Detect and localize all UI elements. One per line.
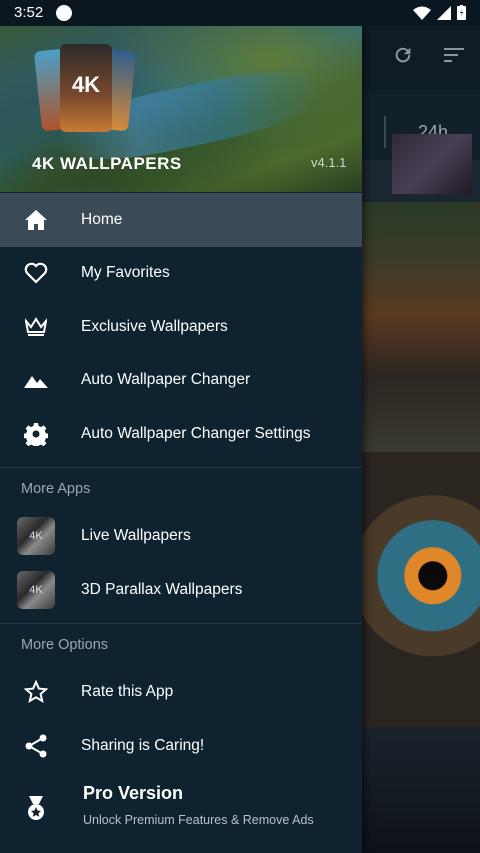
menu-item-exclusive[interactable]: Exclusive Wallpapers (0, 300, 362, 354)
menu-item-label: Auto Wallpaper Changer (81, 371, 251, 389)
menu-item-home[interactable]: Home (0, 193, 362, 247)
wallpaper-thumbnail[interactable] (362, 202, 480, 452)
menu-item-label: Exclusive Wallpapers (81, 317, 228, 335)
menu-item-auto-changer-settings[interactable]: Auto Wallpaper Changer Settings (0, 407, 362, 461)
wallpaper-thumbnail[interactable] (362, 727, 480, 853)
menu-item-label: Home (81, 210, 123, 228)
landscape-icon (24, 368, 48, 392)
status-bar: 3:52 (0, 0, 480, 26)
menu-item-label: My Favorites (81, 264, 170, 282)
section-header-more-options: More Options (0, 624, 362, 666)
pro-subtitle: Unlock Premium Features & Remove Ads (83, 812, 314, 827)
section-header-more-apps: More Apps (0, 468, 362, 510)
filter-separator (384, 116, 386, 148)
heart-icon (24, 261, 48, 285)
menu-item-rate-app[interactable]: Rate this App (0, 666, 362, 720)
menu-item-live-wallpapers[interactable]: 4K Live Wallpapers (0, 510, 362, 564)
menu-item-label: Live Wallpapers (81, 527, 191, 545)
signal-icon (437, 5, 451, 20)
home-icon (24, 208, 48, 232)
navigation-drawer: 4K 4K WALLPAPERS v4.1.1 Home My Favorite… (0, 26, 362, 853)
status-time: 3:52 (14, 4, 44, 21)
crown-icon (24, 315, 48, 339)
menu-item-label: Sharing is Caring! (81, 736, 205, 754)
menu-item-label: Auto Wallpaper Changer Settings (81, 424, 311, 442)
sort-icon[interactable] (444, 46, 466, 64)
main-toolbar (362, 26, 480, 90)
app-thumbnail: 4K (17, 517, 55, 556)
menu-item-label: Rate this App (81, 683, 174, 701)
medal-icon (24, 795, 48, 827)
app-thumbnail: 4K (17, 570, 55, 609)
menu-item-auto-changer[interactable]: Auto Wallpaper Changer (0, 354, 362, 408)
main-content-background: 24h (362, 26, 480, 853)
battery-icon (457, 5, 466, 20)
app-version: v4.1.1 (311, 155, 347, 170)
star-icon (24, 680, 48, 704)
share-icon (24, 734, 48, 758)
app-logo: 4K (33, 44, 137, 134)
drawer-menu: Home My Favorites Exclusive Wallpapers A… (0, 192, 362, 843)
menu-item-label: 3D Parallax Wallpapers (81, 580, 243, 598)
logo-text: 4K (71, 72, 101, 97)
menu-item-share[interactable]: Sharing is Caring! (0, 719, 362, 773)
wallpaper-thumbnail[interactable] (392, 134, 472, 194)
section-title: More Apps (21, 480, 91, 497)
wifi-icon (413, 6, 431, 20)
menu-item-3d-parallax[interactable]: 4K 3D Parallax Wallpapers (0, 563, 362, 617)
refresh-icon[interactable] (392, 44, 414, 66)
notification-app-icon (56, 5, 72, 21)
drawer-header: 4K 4K WALLPAPERS v4.1.1 (0, 26, 362, 192)
menu-item-pro-version[interactable]: Pro Version Unlock Premium Features & Re… (0, 773, 362, 843)
wallpaper-thumbnail[interactable] (362, 452, 480, 727)
status-icons (413, 5, 466, 20)
pro-title: Pro Version (83, 782, 184, 803)
app-title: 4K WALLPAPERS (32, 154, 182, 173)
menu-item-favorites[interactable]: My Favorites (0, 247, 362, 301)
section-title: More Options (21, 636, 109, 653)
gear-icon (24, 422, 48, 446)
